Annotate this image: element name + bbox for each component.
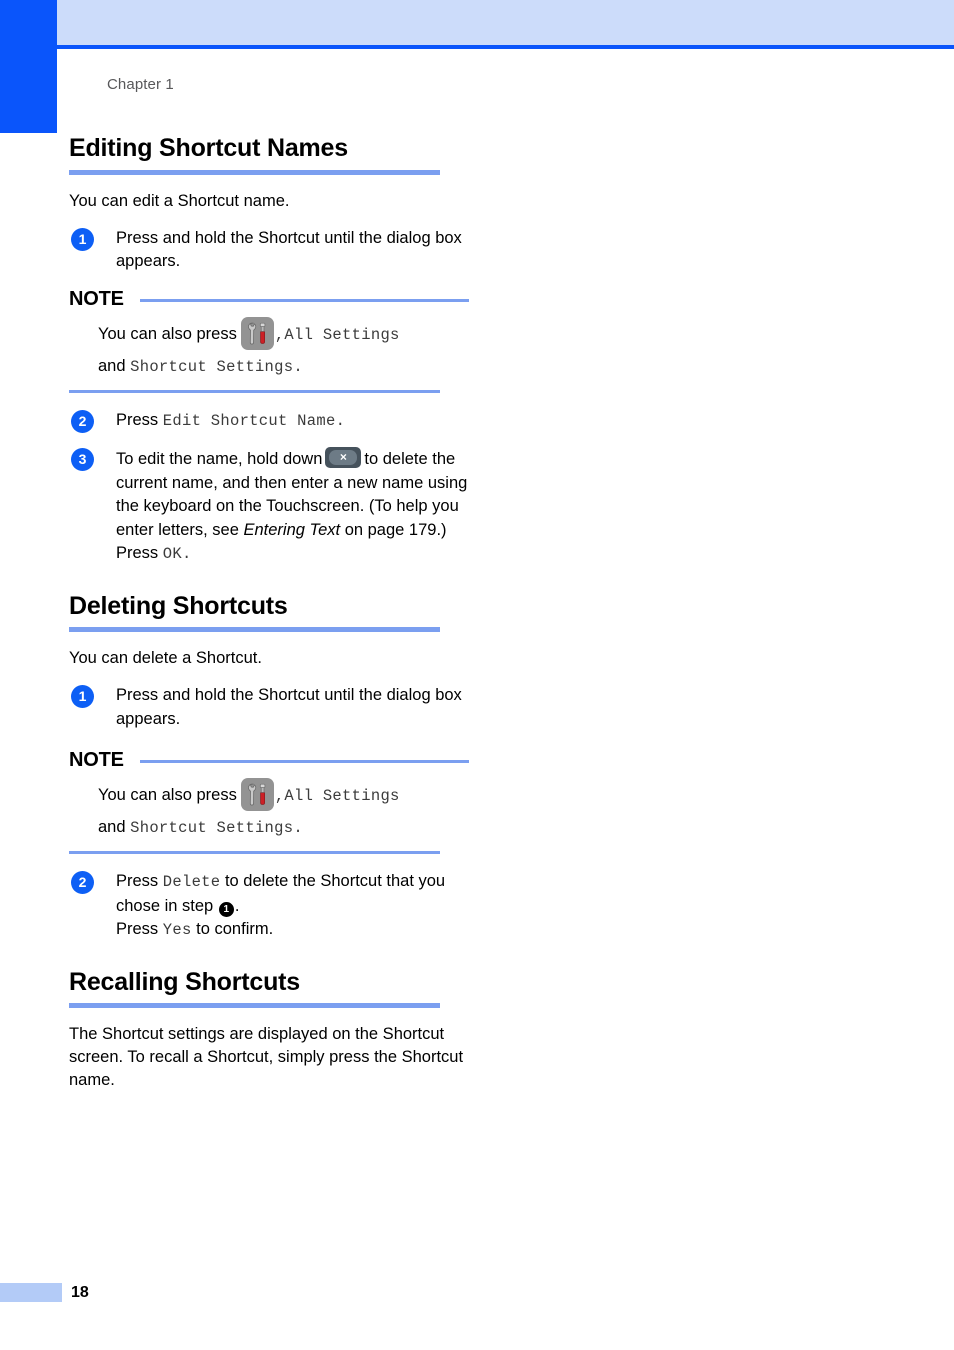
step-text-mono-yes: Yes [162, 921, 192, 939]
settings-wrench-screwdriver-icon [240, 778, 274, 811]
step-number-badge: 2 [71, 409, 94, 433]
note-body: You can also press ,All Settings and Shor… [69, 316, 469, 383]
step-text-part4: Press [116, 544, 163, 562]
section-title-deleting-shortcuts: Deleting Shortcuts [69, 591, 288, 620]
step-item: 2 Press Delete to delete the Shortcut th… [69, 870, 469, 943]
note-label: NOTE [69, 287, 124, 310]
step-text-part3: . [234, 896, 240, 915]
step-text-part1: To edit the name, hold down [116, 450, 323, 468]
note-line1-prefix: You can also press [98, 324, 237, 343]
step-number-badge: 2 [71, 871, 94, 894]
note-line2-mono: Shortcut Settings. [130, 819, 303, 837]
step-item: 1 Press and hold the Shortcut until the … [69, 227, 469, 274]
step-text-mono-tail: OK. [162, 545, 192, 563]
footer-accent-block [0, 1283, 62, 1302]
note-footer-rule [69, 389, 440, 393]
note-footer-rule [69, 851, 440, 854]
step-text-part5: to confirm. [191, 920, 274, 938]
chapter-side-tab [0, 0, 57, 133]
note-line1-mono: ,All Settings [274, 787, 400, 805]
page-content: Editing Shortcut Names You can edit a Sh… [69, 134, 469, 1106]
step-item: 3 To edit the name, hold down × to delete … [69, 447, 469, 567]
section-title-rule [69, 1003, 440, 1008]
step-text: Press and hold the Shortcut until the di… [116, 228, 462, 271]
note-line2-mono: Shortcut Settings. [130, 357, 303, 376]
step-text-mono: Edit Shortcut Name. [162, 411, 346, 430]
section-title-recalling-shortcuts: Recalling Shortcuts [69, 967, 300, 996]
note-header: NOTE [69, 749, 469, 772]
step-item: 2 Press Edit Shortcut Name. [69, 409, 469, 434]
section-title-rule [69, 169, 440, 175]
chapter-label: Chapter 1 [107, 76, 174, 93]
backspace-x-glyph: × [339, 450, 347, 464]
section-title-rule [69, 627, 440, 632]
note-header-rule [139, 760, 469, 763]
note-body: You can also press ,All Settings and Shor… [69, 778, 469, 844]
note-line2-prefix: and [98, 356, 126, 375]
note-line1-mono: ,All Settings [274, 325, 400, 344]
page-number: 18 [71, 1284, 89, 1301]
backspace-key-icon: × [325, 447, 362, 468]
section-intro-editing: You can edit a Shortcut name. [69, 191, 290, 210]
step-text: Press and hold the Shortcut until the di… [116, 686, 462, 728]
step-item: 1 Press and hold the Shortcut until the … [69, 684, 469, 731]
note-label: NOTE [69, 749, 124, 771]
cross-reference-entering-text: Entering Text [243, 520, 341, 539]
step-text-part3: on page 179.) [340, 520, 447, 539]
note-header-rule [139, 298, 469, 302]
step-text-prefix: Press [116, 410, 163, 429]
note-line1-prefix: You can also press [98, 786, 237, 804]
note-line2-prefix: and [98, 818, 126, 836]
section-intro-deleting: You can delete a Shortcut. [69, 649, 262, 667]
step-number-badge: 3 [71, 448, 94, 471]
step-text-part1: Press [116, 872, 163, 890]
section-intro-recalling: The Shortcut settings are displayed on t… [69, 1025, 464, 1089]
step-text-part4: Press [116, 920, 163, 938]
header-rule [57, 45, 954, 49]
header-band [57, 0, 954, 45]
step-number-badge: 1 [71, 227, 94, 251]
step-number-badge: 1 [71, 685, 94, 708]
section-title-editing-shortcut-names: Editing Shortcut Names [69, 134, 348, 162]
note-header: NOTE [69, 288, 469, 311]
settings-wrench-screwdriver-icon [240, 316, 274, 350]
inline-step-reference-icon: 1 [218, 901, 234, 917]
step-text-mono-delete: Delete [162, 873, 221, 891]
